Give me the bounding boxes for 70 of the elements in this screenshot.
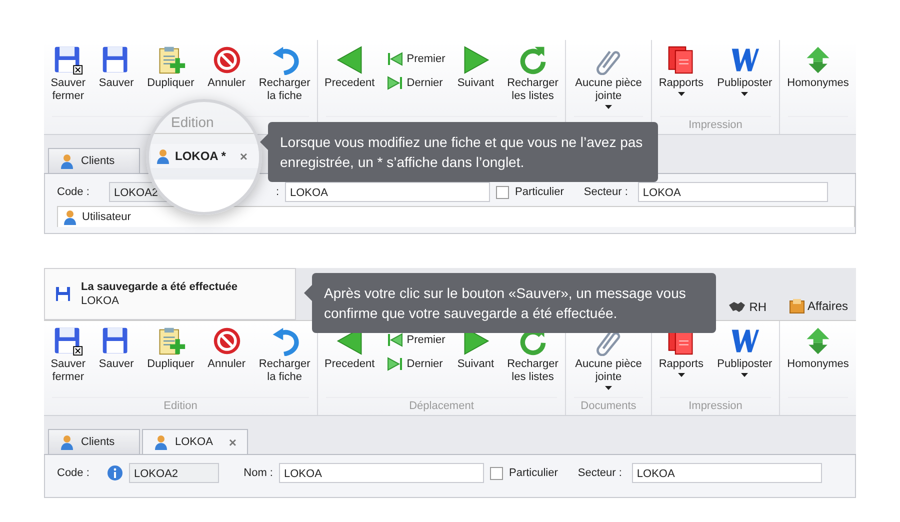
group-label: Déplacement — [326, 397, 557, 415]
folder-icon — [788, 298, 805, 314]
ribbon-button[interactable]: Dernier — [386, 75, 446, 91]
group-label: Impression — [660, 397, 771, 415]
tab[interactable]: Clients — [48, 429, 140, 454]
tab[interactable]: LOKOA × — [142, 429, 248, 454]
ribbon-button[interactable]: Aucune pièce jointe — [574, 45, 643, 116]
code-field[interactable]: LOKOA2 — [129, 463, 219, 483]
close-icon[interactable]: × — [240, 150, 248, 162]
close-icon[interactable]: × — [228, 436, 236, 448]
ribbon-button[interactable]: Recharger les listes — [506, 45, 560, 116]
skip-back-icon — [386, 332, 403, 348]
checkbox[interactable] — [496, 186, 509, 198]
field-label: Code : — [57, 467, 90, 479]
checkbox-label: Particulier — [509, 467, 558, 479]
module-tab[interactable]: RH — [728, 300, 767, 314]
sector-field[interactable]: LOKOA — [632, 463, 822, 483]
tab[interactable]: Clients — [48, 148, 140, 173]
name-field[interactable]: LOKOA — [285, 182, 490, 202]
ribbon-button[interactable]: Rapports — [658, 45, 704, 116]
floppy-close-icon — [53, 326, 84, 356]
ribbon-button[interactable]: Homonymes — [786, 326, 850, 397]
notification-subtitle: LOKOA — [81, 295, 120, 307]
field-label: Nom : — [242, 467, 273, 479]
ribbon-button[interactable]: Annuler — [206, 326, 247, 397]
tooltip: Après votre clic sur le bouton «Sauver», un message vous confirme que votre sauvegarde a été effectuée. — [304, 273, 716, 333]
handshake-icon — [728, 300, 746, 314]
module-tab[interactable]: Affaires — [788, 298, 848, 314]
skip-forward-icon — [386, 356, 403, 372]
skip-forward-icon — [386, 75, 403, 91]
floppy-close-icon — [53, 45, 84, 75]
ribbon-button[interactable]: Suivant — [456, 45, 496, 116]
field-label: Secteur : — [584, 186, 629, 198]
name-field[interactable]: LOKOA — [279, 463, 484, 483]
field-label: : — [274, 186, 279, 198]
tab[interactable]: LOKOA * × — [151, 144, 259, 168]
user-icon — [155, 148, 171, 164]
user-icon — [59, 153, 75, 169]
ribbon-button[interactable]: Sauver — [98, 45, 135, 116]
ribbon-button[interactable]: Publiposter — [716, 45, 774, 116]
ribbon-button[interactable]: Premier — [386, 332, 446, 348]
ribbon-button[interactable]: Dernier — [386, 356, 446, 372]
no-entry-icon — [212, 326, 242, 356]
ribbon-button[interactable]: Homonymes — [786, 45, 850, 116]
group-label: Impression — [660, 116, 771, 134]
ribbon-button[interactable]: Recharger la fiche — [258, 45, 312, 116]
field-label: Secteur : — [578, 467, 623, 479]
field-label: Code : — [57, 186, 90, 198]
tooltip: Lorsque vous modifiez une fiche et que vous ne l’avez pas enregistrée, un * s’affiche dans l’onglet. — [260, 122, 658, 182]
sector-field[interactable]: LOKOA — [638, 182, 828, 202]
no-entry-icon — [212, 45, 242, 75]
ribbon-button[interactable]: Premier — [386, 51, 446, 67]
ribbon-button[interactable]: Sauver fermer — [50, 326, 87, 397]
skip-back-icon — [386, 51, 403, 67]
list-item[interactable]: Utilisateur — [57, 206, 855, 227]
user-icon — [62, 209, 78, 225]
ribbon-button[interactable]: Sauver — [98, 326, 135, 397]
ribbon-button[interactable]: Precedent — [324, 45, 376, 116]
group-label: Documents — [574, 397, 643, 415]
checkbox[interactable] — [490, 466, 503, 480]
ribbon-button[interactable]: Publiposter — [716, 326, 774, 397]
notification-title: La sauvegarde a été effectuée — [81, 281, 238, 293]
user-icon — [153, 434, 169, 450]
refresh-icon — [518, 45, 548, 75]
user-icon — [59, 434, 75, 450]
ribbon-button[interactable]: Sauver fermer — [50, 45, 87, 116]
group-label: Edition — [149, 102, 259, 134]
group-label: Edition — [52, 397, 309, 415]
ribbon-button[interactable]: Dupliquer — [146, 326, 196, 397]
checkbox-label: Particulier — [515, 186, 564, 198]
